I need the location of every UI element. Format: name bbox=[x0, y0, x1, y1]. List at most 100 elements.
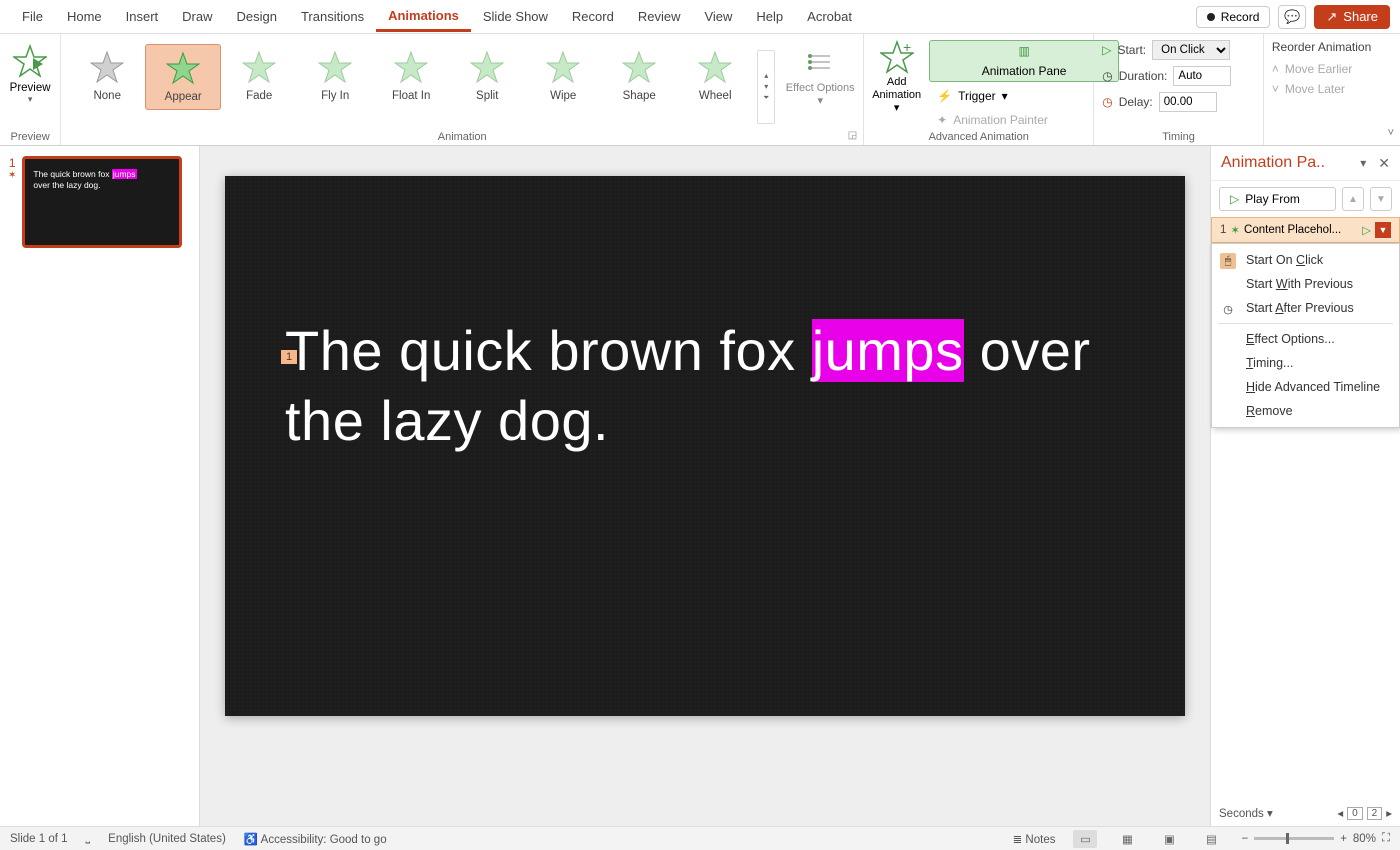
status-slide-count[interactable]: Slide 1 of 1 bbox=[10, 833, 68, 845]
fit-to-window-button[interactable]: ⛶ bbox=[1382, 832, 1390, 845]
chevron-down-icon: ˅ bbox=[1272, 82, 1279, 96]
mouse-icon: 🖱 bbox=[1220, 253, 1236, 269]
ctx-start-on-click[interactable]: 🖱Start On Click bbox=[1212, 248, 1399, 272]
preview-label: Preview bbox=[10, 82, 51, 94]
tab-design[interactable]: Design bbox=[225, 3, 289, 30]
notes-button[interactable]: ≣ Notes bbox=[1013, 832, 1056, 846]
reorder-header: Reorder Animation bbox=[1272, 40, 1392, 54]
ctx-timing[interactable]: Timing... bbox=[1212, 351, 1399, 375]
pane-close-icon[interactable]: ✕ bbox=[1378, 155, 1390, 172]
anim-flyin[interactable]: Fly In bbox=[297, 44, 373, 108]
view-normal-button[interactable]: ▭ bbox=[1073, 830, 1097, 848]
preview-group: Preview ▾ Preview bbox=[0, 34, 61, 145]
tab-review[interactable]: Review bbox=[626, 3, 693, 30]
separator bbox=[1218, 323, 1393, 324]
anim-shape-label: Shape bbox=[623, 90, 656, 102]
anim-wheel[interactable]: Wheel bbox=[677, 44, 753, 108]
anim-wipe-label: Wipe bbox=[550, 90, 576, 102]
slide-canvas[interactable]: 1 The quick brown fox jumps over the laz… bbox=[225, 176, 1185, 716]
animation-gallery-more[interactable]: ▴▾⏷ bbox=[757, 50, 775, 124]
tab-insert[interactable]: Insert bbox=[114, 3, 171, 30]
move-up-button[interactable]: ▲ bbox=[1342, 187, 1364, 211]
ribbon: Preview ▾ Preview None Appear Fade Fly I… bbox=[0, 34, 1400, 146]
animation-pane-button[interactable]: ▥Animation Pane bbox=[929, 40, 1119, 82]
animation-painter-button[interactable]: ✦Animation Painter bbox=[929, 110, 1119, 130]
tab-draw[interactable]: Draw bbox=[170, 3, 224, 30]
move-earlier-label: Move Earlier bbox=[1285, 62, 1352, 76]
start-select[interactable]: On Click bbox=[1152, 40, 1230, 60]
ctx-start-with-previous[interactable]: Start With Previous bbox=[1212, 272, 1399, 296]
timeline-left-icon[interactable]: ◂ bbox=[1337, 806, 1343, 820]
trigger-button[interactable]: ⚡Trigger ▾ bbox=[929, 86, 1119, 106]
zoom-slider[interactable] bbox=[1254, 837, 1334, 840]
add-animation-button[interactable]: + Add Animation ▾ bbox=[872, 40, 921, 130]
clock-icon: ◷ bbox=[1220, 301, 1236, 317]
tab-file[interactable]: File bbox=[10, 3, 55, 30]
preview-button[interactable]: Preview ▾ bbox=[10, 38, 51, 105]
animation-dialog-launcher[interactable]: ◲ bbox=[848, 130, 857, 141]
anim-indicator-icon: ✶ bbox=[8, 170, 16, 181]
seconds-label[interactable]: Seconds bbox=[1219, 808, 1264, 820]
anim-appear-label: Appear bbox=[165, 91, 202, 103]
status-language[interactable]: English (United States) bbox=[108, 833, 226, 845]
view-slideshow-button[interactable]: ▤ bbox=[1199, 830, 1223, 848]
ribbon-collapse-button[interactable]: ˅ bbox=[1388, 127, 1394, 139]
timeline-right-icon[interactable]: ▸ bbox=[1386, 806, 1392, 820]
animation-entry-1[interactable]: 1 ✶ Content Placehol... ▷ ▼ bbox=[1211, 217, 1400, 243]
anim-fade[interactable]: Fade bbox=[221, 44, 297, 108]
start-play-icon: ▷ bbox=[1102, 43, 1111, 57]
ctx-remove[interactable]: Remove bbox=[1212, 399, 1399, 423]
ctx-effect-options[interactable]: Effect Options... bbox=[1212, 327, 1399, 351]
tab-help[interactable]: Help bbox=[744, 3, 795, 30]
tab-animations[interactable]: Animations bbox=[376, 2, 471, 32]
timeline-scroll[interactable]: ◂ 0 2 ▸ bbox=[1337, 806, 1392, 820]
anim-none[interactable]: None bbox=[69, 44, 145, 108]
effect-options-button[interactable]: Effect Options ▾ bbox=[785, 44, 855, 108]
tab-acrobat[interactable]: Acrobat bbox=[795, 3, 864, 30]
slide-editor[interactable]: 1 The quick brown fox jumps over the laz… bbox=[200, 146, 1210, 826]
share-button[interactable]: ↗Share bbox=[1314, 5, 1390, 29]
entry-star-icon: ✶ bbox=[1230, 223, 1240, 237]
anim-split[interactable]: Split bbox=[449, 44, 525, 108]
anim-floatin[interactable]: Float In bbox=[373, 44, 449, 108]
tab-record[interactable]: Record bbox=[560, 3, 626, 30]
chevron-up-icon: ˄ bbox=[1272, 62, 1279, 76]
move-down-button[interactable]: ▼ bbox=[1370, 187, 1392, 211]
play-icon: ▷ bbox=[1230, 192, 1239, 206]
comments-button[interactable]: 💬 bbox=[1278, 5, 1306, 29]
anim-order-tag[interactable]: 1 bbox=[281, 350, 297, 364]
anim-shape[interactable]: Shape bbox=[601, 44, 677, 108]
status-accessibility[interactable]: ♿ Accessibility: Good to go bbox=[244, 832, 387, 846]
share-label: Share bbox=[1343, 9, 1378, 24]
anim-wipe[interactable]: Wipe bbox=[525, 44, 601, 108]
duration-input[interactable] bbox=[1173, 66, 1231, 86]
animation-gallery-group: None Appear Fade Fly In Float In Split W… bbox=[61, 34, 864, 145]
delay-clock-icon: ◷ bbox=[1102, 95, 1112, 109]
slide-text[interactable]: The quick brown fox jumps over the lazy … bbox=[285, 316, 1125, 456]
pane-menu-icon[interactable]: ▾ bbox=[1360, 156, 1366, 170]
tab-view[interactable]: View bbox=[692, 3, 744, 30]
move-later-button[interactable]: ˅Move Later bbox=[1272, 82, 1392, 96]
status-spellcheck-icon[interactable]: ⎵ bbox=[86, 832, 91, 845]
view-reading-button[interactable]: ▣ bbox=[1157, 830, 1181, 848]
entry-dropdown-button[interactable]: ▼ bbox=[1375, 222, 1391, 238]
thumbnail-1[interactable]: 1 ✶ The quick brown fox jumps over the l… bbox=[8, 156, 191, 248]
zoom-out-button[interactable]: − bbox=[1241, 833, 1248, 845]
zoom-value[interactable]: 80% bbox=[1353, 833, 1376, 845]
anim-split-label: Split bbox=[476, 90, 498, 102]
anim-appear[interactable]: Appear bbox=[145, 44, 221, 110]
zoom-in-button[interactable]: + bbox=[1340, 833, 1347, 845]
move-earlier-button[interactable]: ˄ Move Earlier bbox=[1272, 62, 1392, 76]
reorder-group: Reorder Animation ˄ Move Earlier ˅Move La… bbox=[1264, 34, 1400, 145]
ctx-start-after-previous[interactable]: ◷Start After Previous bbox=[1212, 296, 1399, 320]
zoom-knob[interactable] bbox=[1286, 833, 1289, 844]
delay-input[interactable] bbox=[1159, 92, 1217, 112]
record-button[interactable]: Record bbox=[1196, 6, 1271, 28]
ctx-hide-timeline[interactable]: Hide Advanced Timeline bbox=[1212, 375, 1399, 399]
tab-transitions[interactable]: Transitions bbox=[289, 3, 376, 30]
view-sorter-button[interactable]: ▦ bbox=[1115, 830, 1139, 848]
tab-slideshow[interactable]: Slide Show bbox=[471, 3, 560, 30]
record-dot-icon bbox=[1207, 13, 1215, 21]
tab-home[interactable]: Home bbox=[55, 3, 114, 30]
play-from-button[interactable]: ▷Play From bbox=[1219, 187, 1336, 211]
